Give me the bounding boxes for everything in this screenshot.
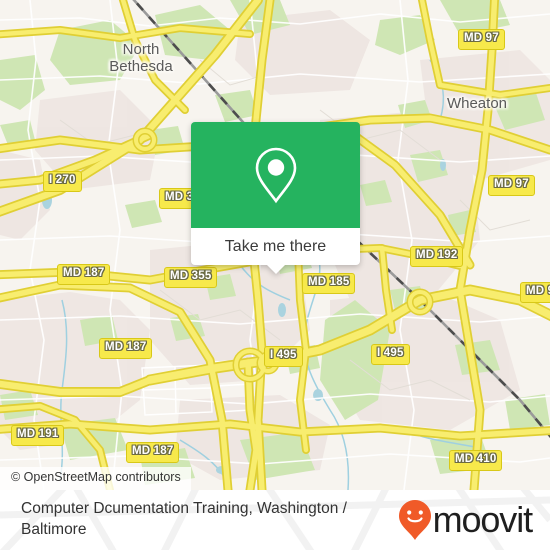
map-canvas[interactable]: North Bethesda Wheaton MD 97 I 270 MD 35… <box>0 0 550 490</box>
popup-pin-panel <box>191 122 360 228</box>
popup-action-bar[interactable]: Take me there <box>191 228 360 274</box>
road-shield-i-270: I 270 <box>43 171 82 192</box>
road-shield-md-410: MD 410 <box>449 450 503 471</box>
road-shield-md-355-lower: MD 355 <box>164 267 218 288</box>
road-shield-md-192: MD 192 <box>410 246 464 267</box>
road-shield-md-187-lower: MD 187 <box>126 442 180 463</box>
road-shield-md-97-mid: MD 97 <box>488 175 535 196</box>
road-shield-md-97-east: MD 97 <box>520 282 550 303</box>
location-pin-icon <box>255 147 296 204</box>
road-shield-md-187-mid: MD 187 <box>99 338 153 359</box>
road-shield-i-495-east: I 495 <box>371 344 410 365</box>
footer-bar: Computer Dcumentation Training, Washingt… <box>0 490 550 550</box>
road-shield-md-97-north: MD 97 <box>458 29 505 50</box>
place-title: Computer Dcumentation Training, Washingt… <box>21 500 347 538</box>
road-shield-md-191: MD 191 <box>11 425 65 446</box>
moovit-wordmark: moovit <box>432 499 534 540</box>
moovit-logo[interactable]: moovit <box>398 499 534 541</box>
road-shield-md-185: MD 185 <box>302 273 356 294</box>
take-me-there-label: Take me there <box>224 237 327 255</box>
map-location-popup[interactable]: Take me there <box>191 122 360 274</box>
road-shield-md-187-upper: MD 187 <box>57 264 111 285</box>
moovit-smiling-pin-icon <box>398 500 431 540</box>
moovit-map-screenshot: North Bethesda Wheaton MD 97 I 270 MD 35… <box>0 0 550 550</box>
osm-attribution[interactable]: © OpenStreetMap contributors <box>0 467 191 490</box>
road-shield-i-495-west: I 495 <box>264 346 303 367</box>
popup-pointer-arrow <box>265 264 286 274</box>
footer-content: Computer Dcumentation Training, Washingt… <box>0 490 550 550</box>
